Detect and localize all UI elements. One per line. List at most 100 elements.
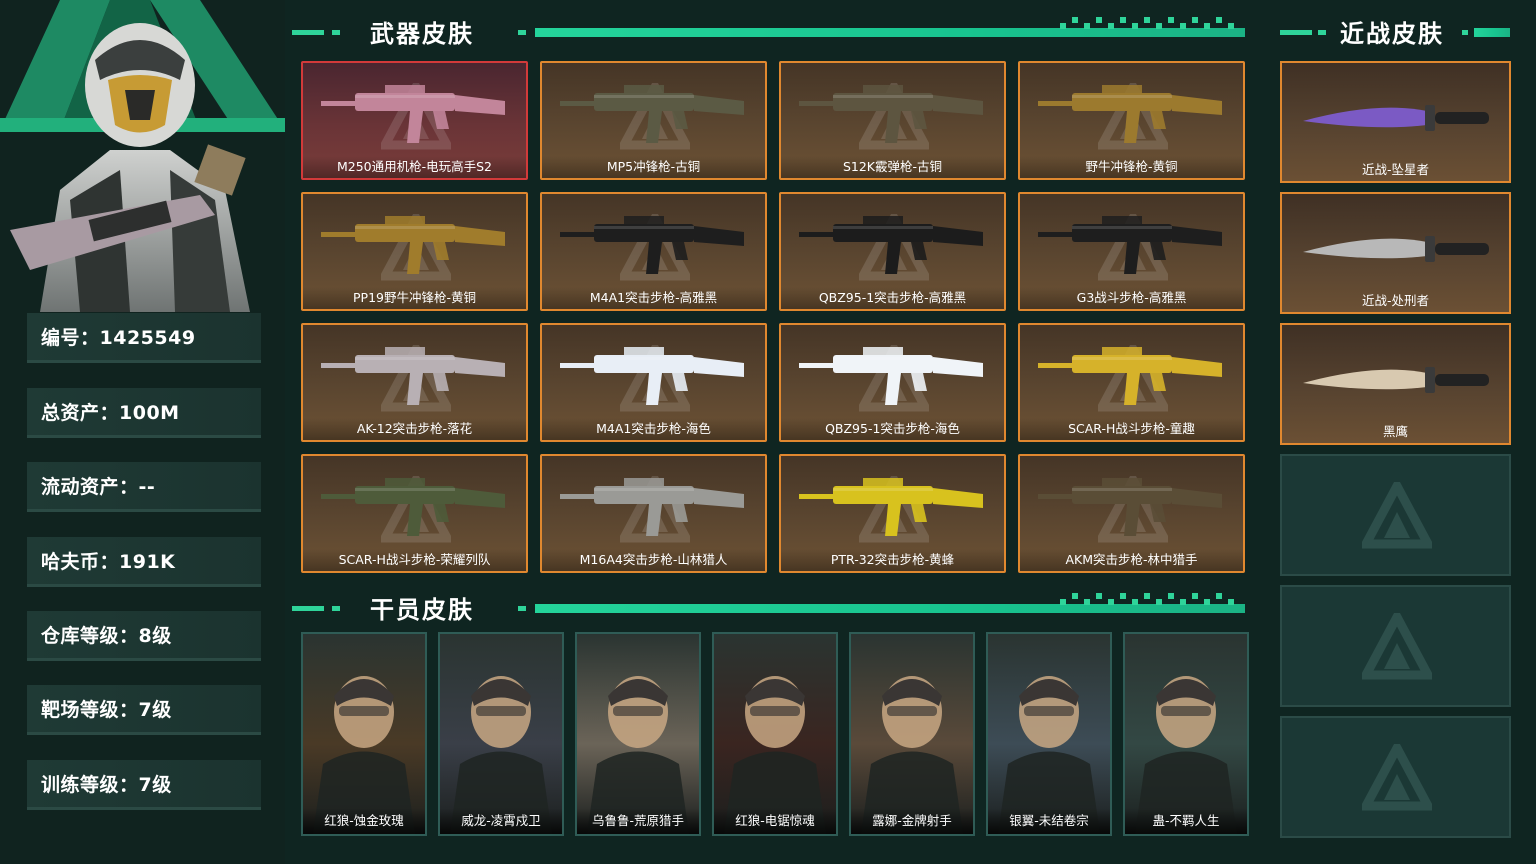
melee-name: 黑鹰 [1382, 424, 1408, 439]
header-dash [1280, 30, 1312, 35]
operator-name: 红狼-电锯惊魂 [714, 808, 836, 834]
melee-image [1303, 367, 1489, 393]
weapon-image [799, 478, 983, 536]
operator-name: 银翼-未结卷宗 [988, 808, 1110, 834]
weapon-image [321, 85, 505, 143]
operator-section-title: 干员皮肤 [370, 596, 474, 624]
weapon-card[interactable]: AKM突击步枪-林中猎手 [1018, 454, 1245, 573]
header-bar [535, 604, 1245, 613]
profile-id: 编号：1425549 [27, 313, 261, 363]
operator-card[interactable]: 红狼-蚀金玫瑰 [301, 632, 427, 836]
weapon-card[interactable]: QBZ95-1突击步枪-高雅黑 [779, 192, 1006, 311]
header-dash [518, 30, 526, 35]
weapon-image [560, 85, 744, 143]
weapon-name: G3战斗步枪-高雅黑 [1020, 287, 1243, 309]
operator-name: 蛊-不羁人生 [1125, 808, 1247, 834]
weapon-image [799, 85, 983, 143]
operator-card[interactable]: 威龙-凌霄戍卫 [438, 632, 564, 836]
weapon-name: SCAR-H战斗步枪-童趣 [1020, 418, 1243, 440]
profile-warehouse-level: 仓库等级：8级 [27, 611, 261, 661]
header-checker [1060, 17, 1234, 29]
weapon-name: M250通用机枪-电玩高手S2 [303, 156, 526, 178]
weapon-image [1038, 216, 1222, 274]
weapon-card[interactable]: M250通用机枪-电玩高手S2 [301, 61, 528, 180]
header-dash [1318, 30, 1326, 35]
weapon-name: QBZ95-1突击步枪-海色 [781, 418, 1004, 440]
header-dash [292, 606, 324, 611]
weapon-card[interactable]: SCAR-H战斗步枪-荣耀列队 [301, 454, 528, 573]
melee-name: 近战-处刑者 [1361, 293, 1429, 308]
weapon-name: 野牛冲锋枪-黄铜 [1020, 156, 1243, 178]
header-dash [518, 606, 526, 611]
weapon-image [560, 216, 744, 274]
weapon-image [799, 216, 983, 274]
weapon-card[interactable]: M16A4突击步枪-山林猎人 [540, 454, 767, 573]
operator-name: 露娜-金牌射手 [851, 808, 973, 834]
weapon-name: PP19野牛冲锋枪-黄铜 [303, 287, 526, 309]
weapon-name: PTR-32突击步枪-黄蜂 [781, 549, 1004, 571]
melee-card[interactable]: 近战-坠星者 [1280, 61, 1511, 183]
weapon-image [1038, 347, 1222, 405]
weapon-name: S12K霰弹枪-古铜 [781, 156, 1004, 178]
placeholder-logo-icon [1362, 613, 1432, 680]
header-checker [1060, 593, 1234, 605]
operator-image [861, 676, 963, 834]
operator-name: 威龙-凌霄戍卫 [440, 808, 562, 834]
weapon-card[interactable]: QBZ95-1突击步枪-海色 [779, 323, 1006, 442]
header-dash [332, 606, 340, 611]
operator-image [724, 676, 826, 834]
weapon-card[interactable]: MP5冲锋枪-古铜 [540, 61, 767, 180]
weapon-image [321, 347, 505, 405]
melee-empty-slot[interactable] [1280, 585, 1511, 707]
melee-name: 近战-坠星者 [1361, 162, 1429, 177]
placeholder-logo-icon [1362, 744, 1432, 811]
weapon-image [1038, 478, 1222, 536]
weapon-name: QBZ95-1突击步枪-高雅黑 [781, 287, 1004, 309]
operator-image [587, 676, 689, 834]
melee-section-title: 近战皮肤 [1340, 20, 1444, 48]
weapon-name: SCAR-H战斗步枪-荣耀列队 [303, 549, 526, 571]
header-dash [332, 30, 340, 35]
weapon-card[interactable]: PTR-32突击步枪-黄蜂 [779, 454, 1006, 573]
weapon-image [799, 347, 983, 405]
profile-liquid-assets: 流动资产：-- [27, 462, 261, 512]
operator-image [313, 676, 415, 834]
weapon-card[interactable]: AK-12突击步枪-落花 [301, 323, 528, 442]
melee-image [1303, 236, 1489, 262]
melee-empty-slot[interactable] [1280, 454, 1511, 576]
weapon-name: MP5冲锋枪-古铜 [542, 156, 765, 178]
weapon-card[interactable]: SCAR-H战斗步枪-童趣 [1018, 323, 1245, 442]
operator-card[interactable]: 银翼-未结卷宗 [986, 632, 1112, 836]
weapon-image [560, 347, 744, 405]
weapon-card[interactable]: M4A1突击步枪-高雅黑 [540, 192, 767, 311]
operator-image [1135, 676, 1237, 834]
weapon-name: M4A1突击步枪-海色 [542, 418, 765, 440]
profile-panel: 编号：1425549 总资产：100M 流动资产：-- 哈夫币：191K 仓库等… [0, 0, 285, 864]
weapon-name: M4A1突击步枪-高雅黑 [542, 287, 765, 309]
weapon-card[interactable]: 野牛冲锋枪-黄铜 [1018, 61, 1245, 180]
header-dash [1462, 30, 1468, 35]
operator-card[interactable]: 红狼-电锯惊魂 [712, 632, 838, 836]
melee-card[interactable]: 近战-处刑者 [1280, 192, 1511, 314]
weapon-image [321, 216, 505, 274]
weapon-card[interactable]: G3战斗步枪-高雅黑 [1018, 192, 1245, 311]
melee-empty-slot[interactable] [1280, 716, 1511, 838]
profile-training-level: 训练等级：7级 [27, 760, 261, 810]
melee-card[interactable]: 黑鹰 [1280, 323, 1511, 445]
operator-card[interactable]: 乌鲁鲁-荒原猎手 [575, 632, 701, 836]
header-dash [292, 30, 324, 35]
weapon-card[interactable]: M4A1突击步枪-海色 [540, 323, 767, 442]
weapon-card[interactable]: PP19野牛冲锋枪-黄铜 [301, 192, 528, 311]
weapon-name: AK-12突击步枪-落花 [303, 418, 526, 440]
header-bar [535, 28, 1245, 37]
operator-name: 乌鲁鲁-荒原猎手 [577, 808, 699, 834]
operator-card[interactable]: 蛊-不羁人生 [1123, 632, 1249, 836]
profile-hafu-coin: 哈夫币：191K [27, 537, 261, 587]
weapon-card[interactable]: S12K霰弹枪-古铜 [779, 61, 1006, 180]
weapon-name: M16A4突击步枪-山林猎人 [542, 549, 765, 571]
placeholder-logo-icon [1362, 482, 1432, 549]
weapon-name: AKM突击步枪-林中猎手 [1020, 549, 1243, 571]
weapon-image [1038, 85, 1222, 143]
operator-card[interactable]: 露娜-金牌射手 [849, 632, 975, 836]
operator-portrait [10, 23, 250, 312]
